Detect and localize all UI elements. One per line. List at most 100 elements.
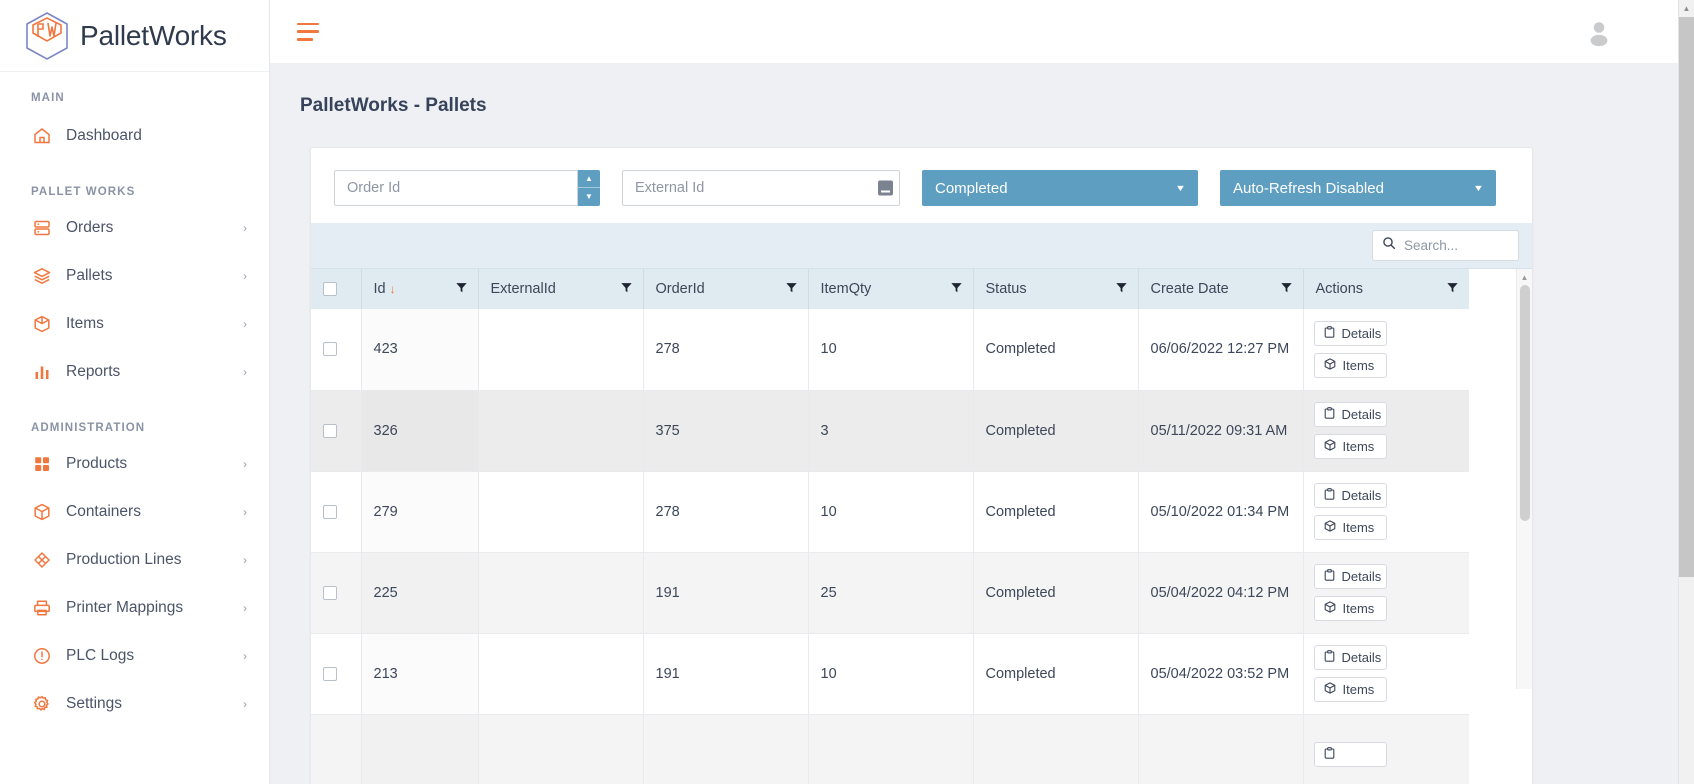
sort-descending-icon: ↓ xyxy=(389,282,396,296)
clipboard-icon xyxy=(1324,407,1335,422)
cell-itemqty: 10 xyxy=(808,309,974,391)
row-checkbox[interactable] xyxy=(323,504,337,519)
brand-header[interactable]: PalletWorks xyxy=(0,0,269,72)
column-header-createdate[interactable]: Create Date xyxy=(1138,269,1304,309)
filter-icon[interactable] xyxy=(620,281,633,298)
order-id-input[interactable] xyxy=(334,170,578,206)
column-header-itemqty[interactable]: ItemQty xyxy=(808,269,974,309)
cell-actions: Details Items xyxy=(1303,309,1469,391)
stepper-down-icon[interactable]: ▼ xyxy=(578,188,600,206)
filter-icon[interactable] xyxy=(950,281,963,298)
sidebar-item-printer-mappings[interactable]: Printer Mappings › xyxy=(0,590,269,626)
column-header-actions[interactable]: Actions xyxy=(1303,269,1469,309)
gear-icon xyxy=(31,693,53,715)
details-button[interactable]: Details xyxy=(1313,483,1387,508)
sidebar-item-plc-logs[interactable]: PLC Logs › xyxy=(0,638,269,674)
auto-refresh-select[interactable]: Auto-Refresh Disabled ▼ xyxy=(1220,170,1496,206)
table-row[interactable]: 423 278 10 Completed 06/06/2022 12:27 PM xyxy=(311,309,1469,391)
table-row[interactable]: 225 191 25 Completed 05/04/2022 04:12 PM xyxy=(311,552,1469,634)
user-avatar-icon[interactable] xyxy=(1582,15,1616,49)
filter-icon[interactable] xyxy=(455,281,468,298)
order-id-stepper[interactable]: ▲ ▼ xyxy=(578,170,600,206)
chevron-right-icon: › xyxy=(243,317,247,331)
column-header-orderid[interactable]: OrderId xyxy=(643,269,809,309)
sidebar-item-production-lines[interactable]: Production Lines › xyxy=(0,542,269,578)
page-scroll-up-arrow-icon[interactable]: ▲ xyxy=(1679,0,1694,17)
items-button[interactable]: Items xyxy=(1313,677,1387,702)
filter-icon[interactable] xyxy=(1280,281,1293,298)
cell-actions: Details Items xyxy=(1303,633,1469,715)
filter-icon[interactable] xyxy=(1446,281,1459,298)
items-button[interactable]: Items xyxy=(1313,434,1387,459)
sidebar-item-containers[interactable]: Containers › xyxy=(0,494,269,530)
details-button-label: Details xyxy=(1341,569,1382,584)
row-select-cell xyxy=(311,309,362,391)
external-id-picker-icon[interactable] xyxy=(878,180,893,196)
server-icon xyxy=(31,217,53,239)
sidebar-item-items[interactable]: Items › xyxy=(0,306,269,342)
sidebar-item-label: PLC Logs xyxy=(66,647,135,664)
row-checkbox[interactable] xyxy=(323,585,337,600)
sidebar-item-products[interactable]: Products › xyxy=(0,446,269,482)
details-button[interactable]: Details xyxy=(1313,320,1387,346)
cell-itemqty xyxy=(808,714,974,784)
table-row[interactable]: 279 278 10 Completed 05/10/2022 01:34 PM xyxy=(311,471,1469,553)
box-icon xyxy=(31,313,53,335)
table-row[interactable]: 326 375 3 Completed 05/11/2022 09:31 AM xyxy=(311,390,1469,472)
status-select[interactable]: Completed ▼ xyxy=(922,170,1198,206)
details-button[interactable]: Details xyxy=(1313,402,1387,427)
column-label: Actions xyxy=(1315,281,1364,297)
select-all-checkbox[interactable] xyxy=(323,282,337,296)
row-checkbox[interactable] xyxy=(323,423,337,438)
row-select-cell xyxy=(311,471,362,553)
stepper-up-icon[interactable]: ▲ xyxy=(578,170,600,188)
layers-icon xyxy=(31,265,53,287)
row-select-cell xyxy=(311,390,362,472)
hamburger-icon[interactable] xyxy=(297,22,319,41)
home-icon xyxy=(31,125,53,147)
filter-icon[interactable] xyxy=(1115,281,1128,298)
cell-itemqty: 10 xyxy=(808,471,974,553)
table-scrollbar-thumb[interactable] xyxy=(1520,285,1530,521)
box-3d-icon xyxy=(1324,682,1336,697)
sidebar-item-label: Items xyxy=(66,315,104,332)
column-header-externalid[interactable]: ExternalId xyxy=(478,269,644,309)
sidebar-item-pallets[interactable]: Pallets › xyxy=(0,258,269,294)
table-row[interactable] xyxy=(311,714,1469,784)
box-3d-icon xyxy=(1324,439,1336,454)
cell-status: Completed xyxy=(973,390,1139,472)
sidebar-item-orders[interactable]: Orders › xyxy=(0,210,269,246)
clipboard-icon xyxy=(1324,747,1335,762)
external-id-group xyxy=(622,170,900,206)
column-label: Id xyxy=(373,281,386,297)
items-button[interactable]: Items xyxy=(1313,596,1387,621)
items-button-label: Items xyxy=(1342,601,1375,616)
row-checkbox[interactable] xyxy=(323,342,337,357)
scroll-up-arrow-icon[interactable]: ▲ xyxy=(1517,269,1532,285)
cell-status: Completed xyxy=(973,471,1139,553)
items-button[interactable]: Items xyxy=(1313,515,1387,540)
column-header-id[interactable]: Id ↓ xyxy=(361,269,479,309)
page-scrollbar-thumb[interactable] xyxy=(1679,17,1694,577)
cell-createdate: 05/11/2022 09:31 AM xyxy=(1138,390,1304,472)
details-button[interactable] xyxy=(1313,742,1387,767)
sidebar-item-label: Production Lines xyxy=(66,551,182,568)
search-input[interactable] xyxy=(1404,238,1509,253)
search-box[interactable] xyxy=(1372,230,1519,261)
details-button[interactable]: Details xyxy=(1313,645,1387,670)
cell-externalid xyxy=(478,714,644,784)
sidebar-item-dashboard[interactable]: Dashboard xyxy=(0,118,269,154)
details-button[interactable]: Details xyxy=(1313,564,1387,589)
sidebar-item-reports[interactable]: Reports › xyxy=(0,354,269,390)
items-button[interactable]: Items xyxy=(1313,352,1387,378)
table-scrollbar[interactable]: ▲ xyxy=(1516,269,1532,689)
table-row[interactable]: 213 191 10 Completed 05/04/2022 03:52 PM xyxy=(311,633,1469,715)
cell-id: 213 xyxy=(361,633,479,715)
page-scrollbar[interactable]: ▲ xyxy=(1678,0,1694,784)
external-id-input[interactable] xyxy=(622,170,900,206)
filter-icon[interactable] xyxy=(785,281,798,298)
row-checkbox[interactable] xyxy=(323,666,337,681)
column-header-status[interactable]: Status xyxy=(973,269,1139,309)
items-button-label: Items xyxy=(1342,682,1375,697)
sidebar-item-settings[interactable]: Settings › xyxy=(0,686,269,722)
